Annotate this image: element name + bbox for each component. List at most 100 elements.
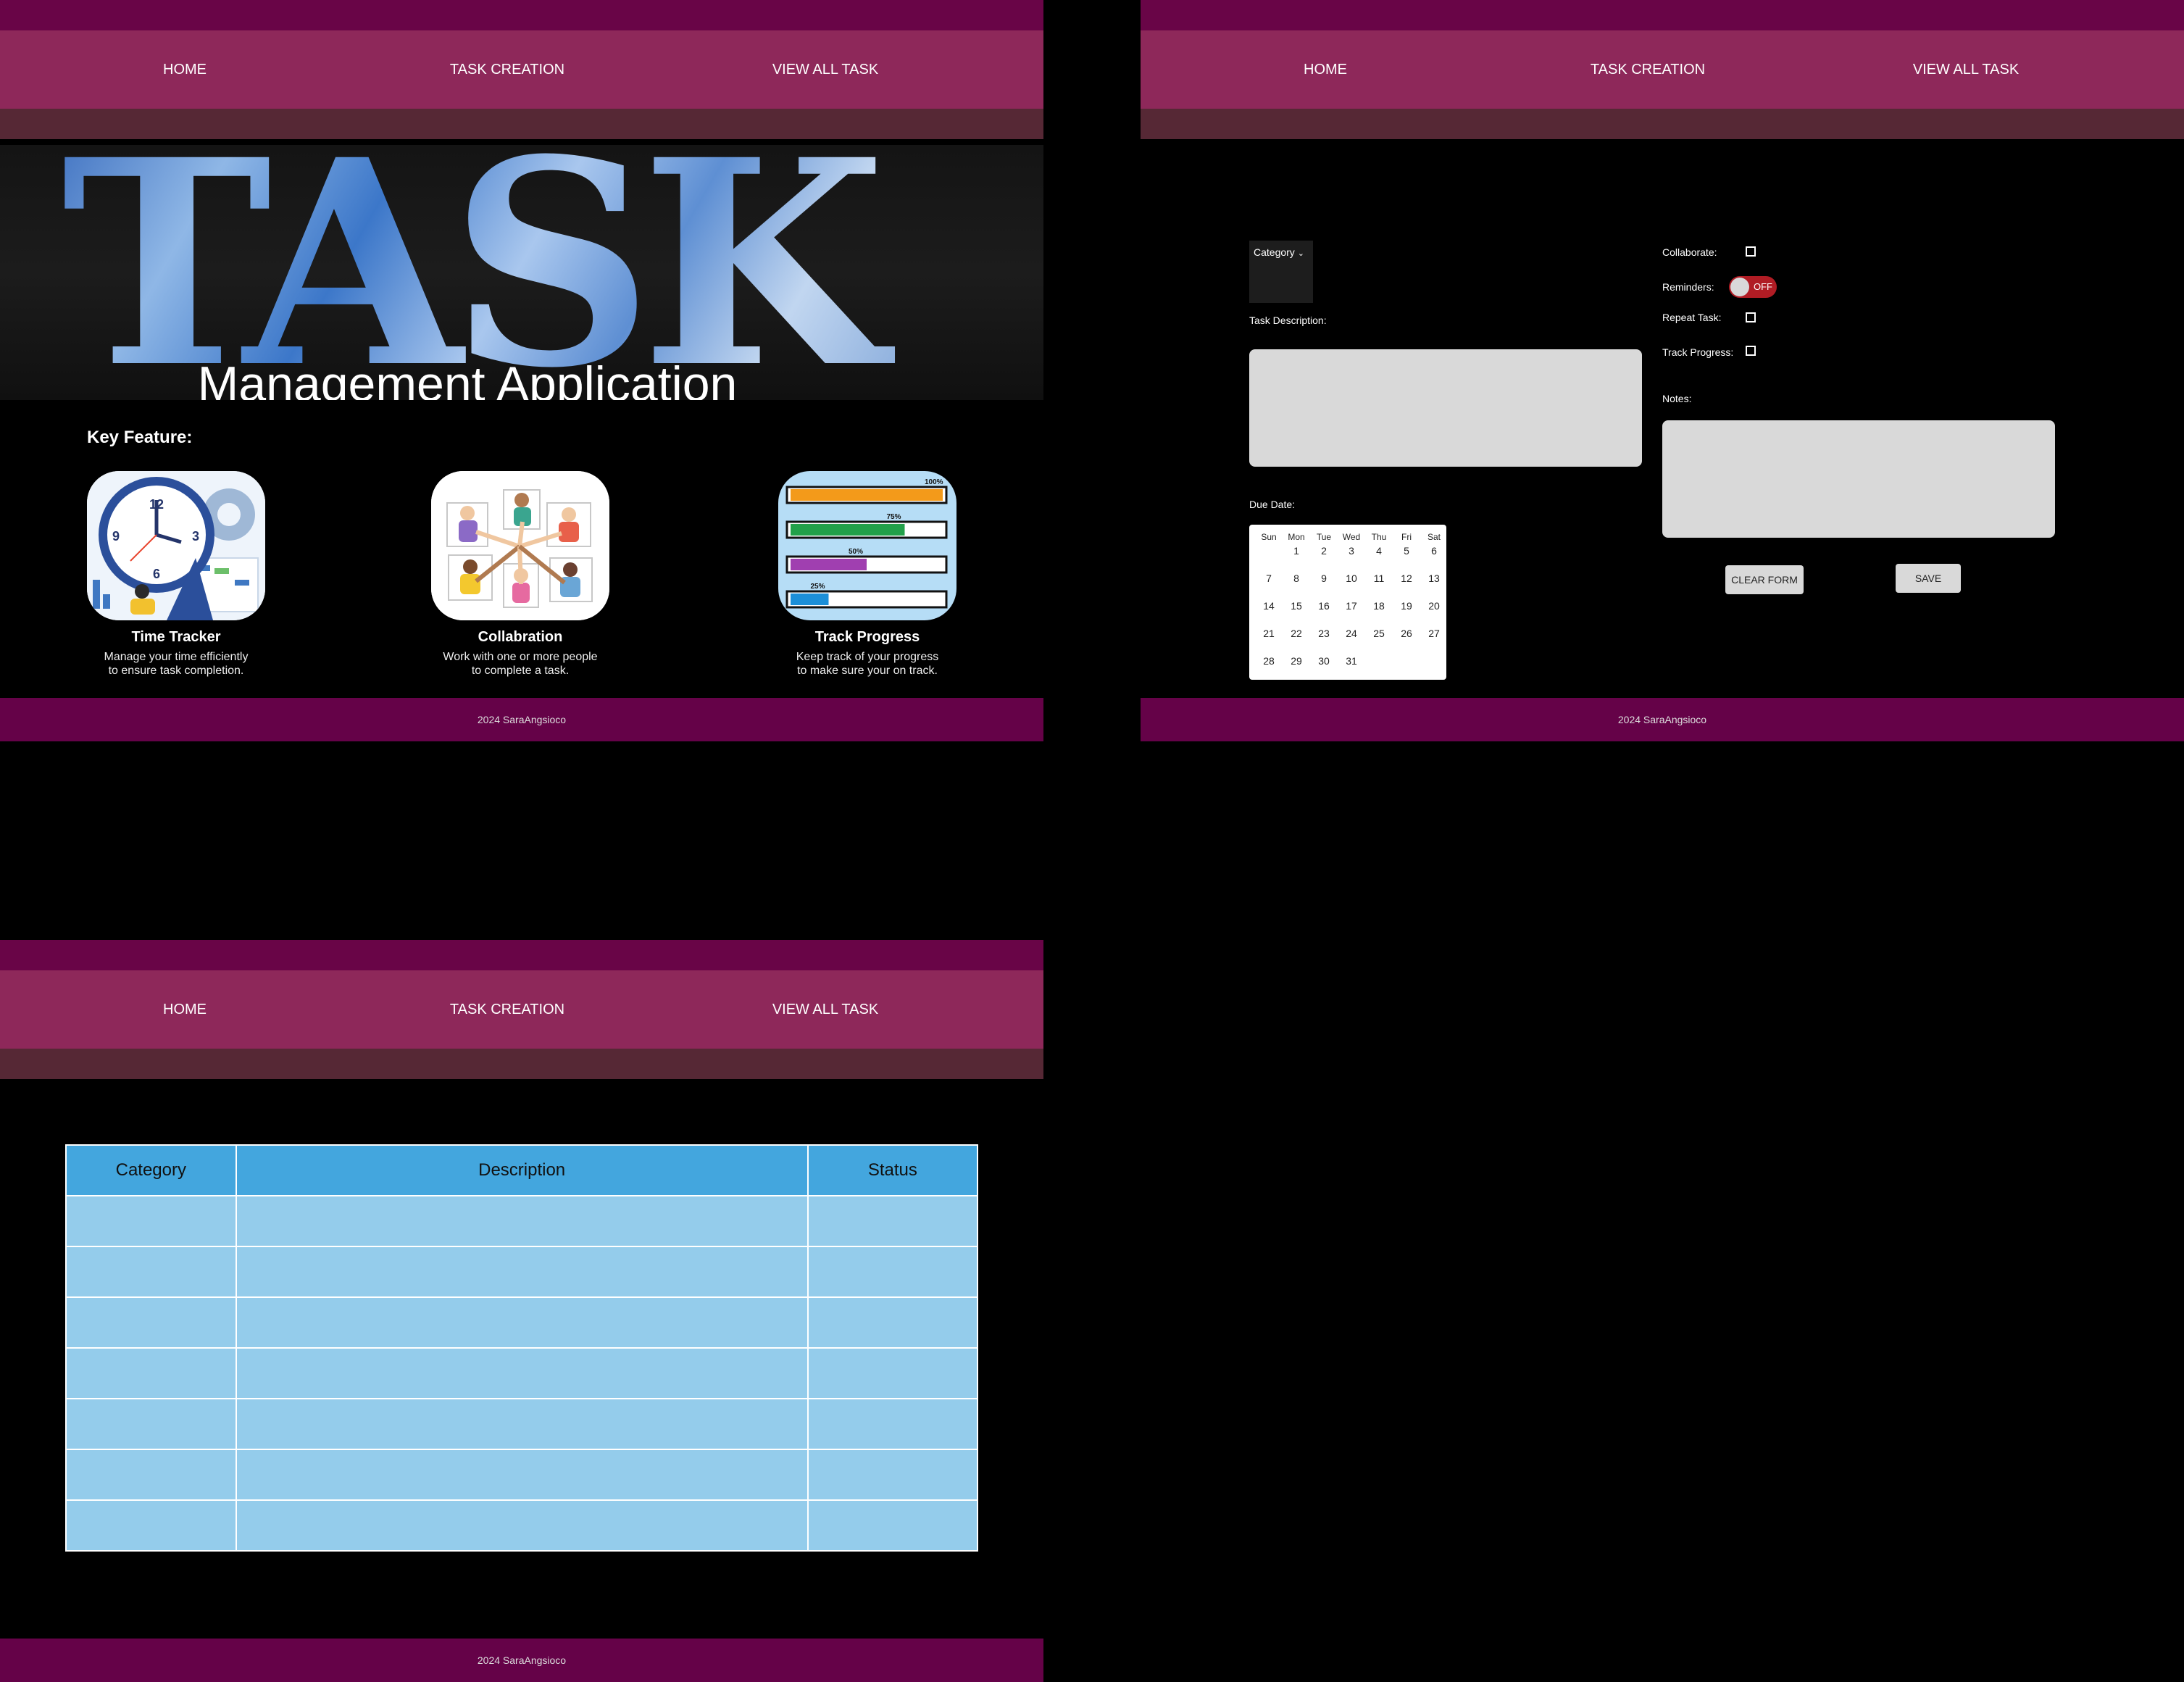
progress-fill (791, 559, 867, 570)
calendar-day[interactable]: 20 (1420, 600, 1448, 612)
category-dropdown[interactable]: Category ⌄ (1249, 241, 1313, 303)
description-cell[interactable] (235, 1195, 809, 1247)
feature-description: Manage your time efficiently to ensure t… (104, 651, 249, 677)
category-cell[interactable] (65, 1499, 237, 1552)
calendar-day[interactable]: 23 (1310, 628, 1338, 639)
calendar-day[interactable]: 21 (1255, 628, 1283, 639)
calendar-day[interactable]: 14 (1255, 600, 1283, 612)
sub-bar (0, 109, 1043, 139)
clear-form-button[interactable]: CLEAR FORM (1725, 565, 1804, 594)
calendar-day[interactable]: 12 (1393, 573, 1420, 584)
notes-input[interactable] (1662, 420, 2055, 538)
table-row[interactable] (65, 1195, 979, 1247)
calendar-day[interactable]: 1 (1283, 545, 1310, 557)
calendar-day[interactable]: 17 (1338, 600, 1365, 612)
progress-fill (791, 489, 943, 501)
repeat-task-checkbox[interactable] (1746, 312, 1756, 322)
description-cell[interactable] (235, 1449, 809, 1501)
nav-view-all-task[interactable]: VIEW ALL TASK (772, 970, 878, 1049)
column-header-status[interactable]: Status (807, 1144, 979, 1196)
calendar-day[interactable]: 29 (1283, 655, 1310, 667)
calendar-day[interactable]: 30 (1310, 655, 1338, 667)
calendar-day[interactable]: 5 (1393, 545, 1420, 557)
status-cell[interactable] (807, 1499, 979, 1552)
reminders-label: Reminders: (1662, 281, 1714, 293)
repeat-task-label: Repeat Task: (1662, 312, 1722, 323)
nav-task-creation[interactable]: TASK CREATION (450, 30, 564, 109)
calendar-day[interactable]: 31 (1338, 655, 1365, 667)
save-button[interactable]: SAVE (1896, 564, 1961, 593)
calendar-day[interactable]: 4 (1365, 545, 1393, 557)
due-date-calendar[interactable]: Sun Mon Tue Wed Thu Fri Sat 1 2 3 4 5 6 7 8 9 10 11 12 13 14… (1249, 525, 1446, 680)
description-cell[interactable] (235, 1398, 809, 1450)
track-progress-checkbox[interactable] (1746, 346, 1756, 356)
calendar-day[interactable]: 28 (1255, 655, 1283, 667)
status-cell[interactable] (807, 1246, 979, 1298)
description-cell[interactable] (235, 1499, 809, 1552)
column-header-category[interactable]: Category (65, 1144, 237, 1196)
category-label: Category (1254, 246, 1295, 258)
description-cell[interactable] (235, 1347, 809, 1399)
category-cell[interactable] (65, 1296, 237, 1349)
table-row[interactable] (65, 1398, 979, 1450)
nav-home[interactable]: HOME (163, 30, 207, 109)
category-cell[interactable] (65, 1347, 237, 1399)
calendar-day[interactable]: 18 (1365, 600, 1393, 612)
notes-label: Notes: (1662, 393, 1692, 404)
feature-time-tracker: 12 3 6 9 Time Tracker Manage your time e… (67, 471, 285, 678)
category-cell[interactable] (65, 1195, 237, 1247)
calendar-day[interactable]: 15 (1283, 600, 1310, 612)
nav-view-all-task[interactable]: VIEW ALL TASK (772, 30, 878, 109)
calendar-day[interactable]: 25 (1365, 628, 1393, 639)
progress-label: 50% (849, 548, 863, 556)
table-row[interactable] (65, 1347, 979, 1399)
table-row[interactable] (65, 1449, 979, 1501)
status-cell[interactable] (807, 1449, 979, 1501)
calendar-day-name: Fri (1401, 532, 1412, 542)
status-cell[interactable] (807, 1296, 979, 1349)
status-cell[interactable] (807, 1398, 979, 1450)
nav-task-creation[interactable]: TASK CREATION (1591, 30, 1705, 109)
nav-home[interactable]: HOME (163, 970, 207, 1049)
status-cell[interactable] (807, 1347, 979, 1399)
description-cell[interactable] (235, 1296, 809, 1349)
calendar-day[interactable]: 16 (1310, 600, 1338, 612)
category-cell[interactable] (65, 1246, 237, 1298)
table-row[interactable] (65, 1499, 979, 1552)
calendar-day[interactable]: 3 (1338, 545, 1365, 557)
key-feature-title: Key Feature: (87, 428, 193, 447)
calendar-day[interactable]: 2 (1310, 545, 1338, 557)
collaborate-checkbox[interactable] (1746, 246, 1756, 257)
nav-task-creation[interactable]: TASK CREATION (450, 970, 564, 1049)
calendar-day[interactable]: 7 (1255, 573, 1283, 584)
calendar-day[interactable]: 10 (1338, 573, 1365, 584)
column-header-description[interactable]: Description (235, 1144, 809, 1196)
calendar-day[interactable]: 6 (1420, 545, 1448, 557)
calendar-day[interactable]: 26 (1393, 628, 1420, 639)
calendar-day[interactable]: 27 (1420, 628, 1448, 639)
nav-home[interactable]: HOME (1304, 30, 1347, 109)
calendar-day[interactable]: 22 (1283, 628, 1310, 639)
calendar-day[interactable]: 8 (1283, 573, 1310, 584)
nav-view-all-task[interactable]: VIEW ALL TASK (1913, 30, 2019, 109)
calendar-day[interactable]: 11 (1365, 573, 1393, 584)
team-collaboration-icon (431, 471, 609, 620)
table-row[interactable] (65, 1296, 979, 1349)
progress-label: 75% (887, 513, 901, 521)
clock-illustration-icon: 12 3 6 9 (87, 471, 265, 620)
description-cell[interactable] (235, 1246, 809, 1298)
table-body (65, 1195, 979, 1552)
progress-fill (791, 524, 905, 536)
category-cell[interactable] (65, 1449, 237, 1501)
calendar-day[interactable]: 13 (1420, 573, 1448, 584)
calendar-day[interactable]: 24 (1338, 628, 1365, 639)
table-row[interactable] (65, 1246, 979, 1298)
category-cell[interactable] (65, 1398, 237, 1450)
collaborate-label: Collaborate: (1662, 246, 1717, 258)
reminders-toggle[interactable]: OFF (1729, 276, 1777, 298)
clock-number-6: 6 (153, 567, 160, 581)
status-cell[interactable] (807, 1195, 979, 1247)
calendar-day[interactable]: 19 (1393, 600, 1420, 612)
task-description-input[interactable] (1249, 349, 1642, 467)
calendar-day[interactable]: 9 (1310, 573, 1338, 584)
